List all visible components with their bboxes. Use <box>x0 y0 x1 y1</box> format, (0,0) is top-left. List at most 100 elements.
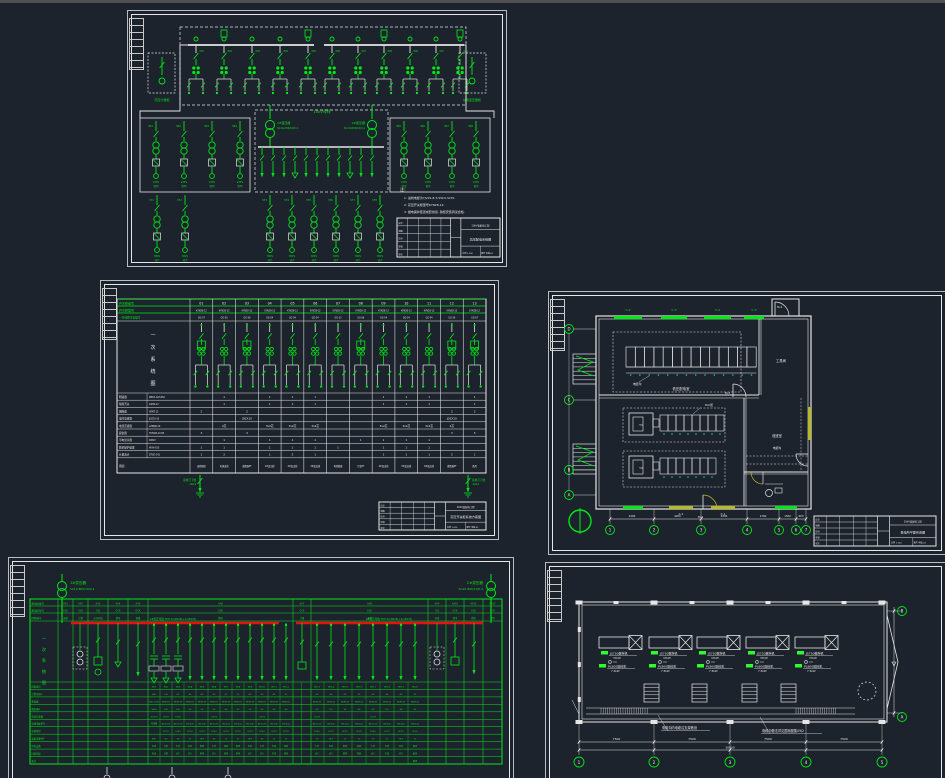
plan-content: C-2 C-3 C-2 C-3C-1 C-1电缆沟低压配电室T1T2PLC柜工具间值班室… <box>564 298 812 535</box>
svg-text:CW1-2000: CW1-2000 <box>149 701 161 703</box>
svg-text:60: 60 <box>273 709 276 711</box>
svg-text:NSX100: NSX100 <box>282 701 291 703</box>
svg-text:配电屏编号: 配电屏编号 <box>32 602 45 606</box>
svg-text:AA7: AA7 <box>300 603 305 606</box>
svg-text:插座: 插座 <box>284 752 288 756</box>
svg-text:比例 1:100: 比例 1:100 <box>891 541 902 545</box>
svg-text:-40x4: -40x4 <box>472 483 479 486</box>
svg-text:备用: 备用 <box>413 744 417 748</box>
svg-text:610: 610 <box>440 50 445 53</box>
svg-text:导线电缆型号: 导线电缆型号 <box>32 722 46 726</box>
svg-text:SC32: SC32 <box>271 731 277 733</box>
svg-text:6: 6 <box>795 528 798 533</box>
svg-text:AA2: AA2 <box>78 603 83 606</box>
svg-text:361: 361 <box>148 124 153 128</box>
svg-text:GG-54: GG-54 <box>426 317 434 320</box>
svg-text:11: 11 <box>427 301 431 305</box>
svg-text:A: A <box>901 715 904 720</box>
svg-text:1: 1 <box>428 395 430 399</box>
svg-text:WL7: WL7 <box>224 686 229 688</box>
svg-text:BV-5x6: BV-5x6 <box>383 724 391 726</box>
svg-text:WL19: WL19 <box>398 686 405 688</box>
svg-text:3: 3 <box>451 431 453 435</box>
svg-text:SC40: SC40 <box>259 731 265 733</box>
svg-text:367: 367 <box>444 124 449 128</box>
svg-text:BV-5x4: BV-5x4 <box>411 724 419 726</box>
svg-text:照明: 照明 <box>343 744 347 748</box>
svg-text:380V: 380V <box>289 255 296 258</box>
svg-text:2000/5: 2000/5 <box>150 716 158 718</box>
svg-text:微机保护装置: 微机保护装置 <box>119 445 135 449</box>
svg-text:3: 3 <box>201 431 203 435</box>
svg-text:GCK: GCK <box>78 610 83 613</box>
svg-text:1: 1 <box>383 438 385 442</box>
svg-text:2芯: 2芯 <box>450 424 455 428</box>
svg-text:50: 50 <box>249 709 252 711</box>
svg-text:动力: 动力 <box>268 258 273 262</box>
svg-text:照明: 照明 <box>200 744 204 748</box>
svg-text:100/5: 100/5 <box>259 716 266 718</box>
svg-text:60: 60 <box>165 739 168 741</box>
svg-text:SC10-800/10/0.4: SC10-800/10/0.4 <box>459 587 483 591</box>
svg-text:2: 2 <box>223 453 225 457</box>
svg-text:1: 1 <box>223 438 225 442</box>
svg-text:KYN28-12: KYN28-12 <box>447 309 458 312</box>
svg-text:18.5: 18.5 <box>248 739 253 741</box>
svg-text:AA6: AA6 <box>218 603 223 606</box>
svg-text:AA1: AA1 <box>63 603 68 606</box>
svg-text:GCK: GCK <box>63 610 68 613</box>
svg-text:WL6: WL6 <box>212 686 217 688</box>
svg-text:1: 1 <box>360 438 362 442</box>
svg-text:熔断器: 熔断器 <box>119 409 127 413</box>
svg-text:隔离开关: 隔离开关 <box>119 402 130 406</box>
equipment-plan: JS750搅拌机37kWPL800配料机7.5kWJS750搅拌机37kWPL8… <box>571 600 907 768</box>
svg-text:馈电: 馈电 <box>453 616 458 620</box>
svg-text:接地引下线: 接地引下线 <box>183 478 196 482</box>
svg-text:GCK: GCK <box>367 610 372 613</box>
svg-text:C-3: C-3 <box>671 308 676 312</box>
svg-text:NSX100: NSX100 <box>222 701 231 703</box>
svg-text:JDZX10: JDZX10 <box>241 417 252 421</box>
svg-text:2: 2 <box>246 409 248 413</box>
svg-text:补偿: 补偿 <box>164 752 168 756</box>
svg-text:电缆沟内电缆沿支架敷设: 电缆沟内电缆沿支架敷设 <box>662 725 698 730</box>
svg-text:动力: 动力 <box>371 752 375 756</box>
svg-text:馈电: 馈电 <box>218 616 223 620</box>
svg-text:1: 1 <box>314 402 316 406</box>
svg-text:3x2芯: 3x2芯 <box>425 424 433 428</box>
svg-text:4200: 4200 <box>721 514 728 518</box>
svg-text:插座: 插座 <box>357 744 361 748</box>
svg-text:馈电: 馈电 <box>116 616 121 620</box>
svg-text:电源: 电源 <box>152 752 156 756</box>
svg-text:SC32: SC32 <box>199 731 205 733</box>
svg-text:1: 1 <box>383 395 385 399</box>
svg-text:备用: 备用 <box>472 464 476 468</box>
svg-text:30: 30 <box>316 739 319 741</box>
cad-canvas[interactable]: 601 602 603 604 605 606 607 608 609 610 611 高压计量柜 站用… <box>0 0 945 778</box>
svg-text:SC32: SC32 <box>384 731 390 733</box>
svg-text:2: 2 <box>451 409 453 413</box>
svg-text:JS750搅拌机: JS750搅拌机 <box>756 651 775 656</box>
svg-text:NSX100: NSX100 <box>341 701 350 703</box>
svg-text:1: 1 <box>314 453 316 457</box>
svg-text:SC40: SC40 <box>211 731 217 733</box>
svg-text:07: 07 <box>336 301 340 305</box>
svg-text:100/5: 100/5 <box>175 716 182 718</box>
svg-text:900: 900 <box>799 514 804 518</box>
svg-text:PL800配料机: PL800配料机 <box>804 664 822 669</box>
svg-text:M-3: M-3 <box>725 391 730 395</box>
svg-text:BV-5x10: BV-5x10 <box>313 724 322 726</box>
svg-text:高压计量柜: 高压计量柜 <box>154 97 169 102</box>
svg-text:6#变出线: 6#变出线 <box>424 464 435 468</box>
svg-text:ZN63-12/1250: ZN63-12/1250 <box>149 396 165 399</box>
svg-text:NSX160: NSX160 <box>270 701 279 703</box>
svg-text:220V: 220V <box>449 181 456 184</box>
svg-text:水泵: 水泵 <box>212 744 216 748</box>
svg-text:02: 02 <box>222 301 226 305</box>
svg-text:01: 01 <box>199 301 203 305</box>
svg-text:1: 1 <box>474 402 476 406</box>
svg-text:NSX100: NSX100 <box>411 701 420 703</box>
svg-text:32: 32 <box>237 709 240 711</box>
title-block: 设计制图校对审核审定 10kV变配电工程高压配电系统图比例 1:100 图号 电施-… <box>396 217 501 258</box>
svg-text:WL3: WL3 <box>176 686 181 688</box>
